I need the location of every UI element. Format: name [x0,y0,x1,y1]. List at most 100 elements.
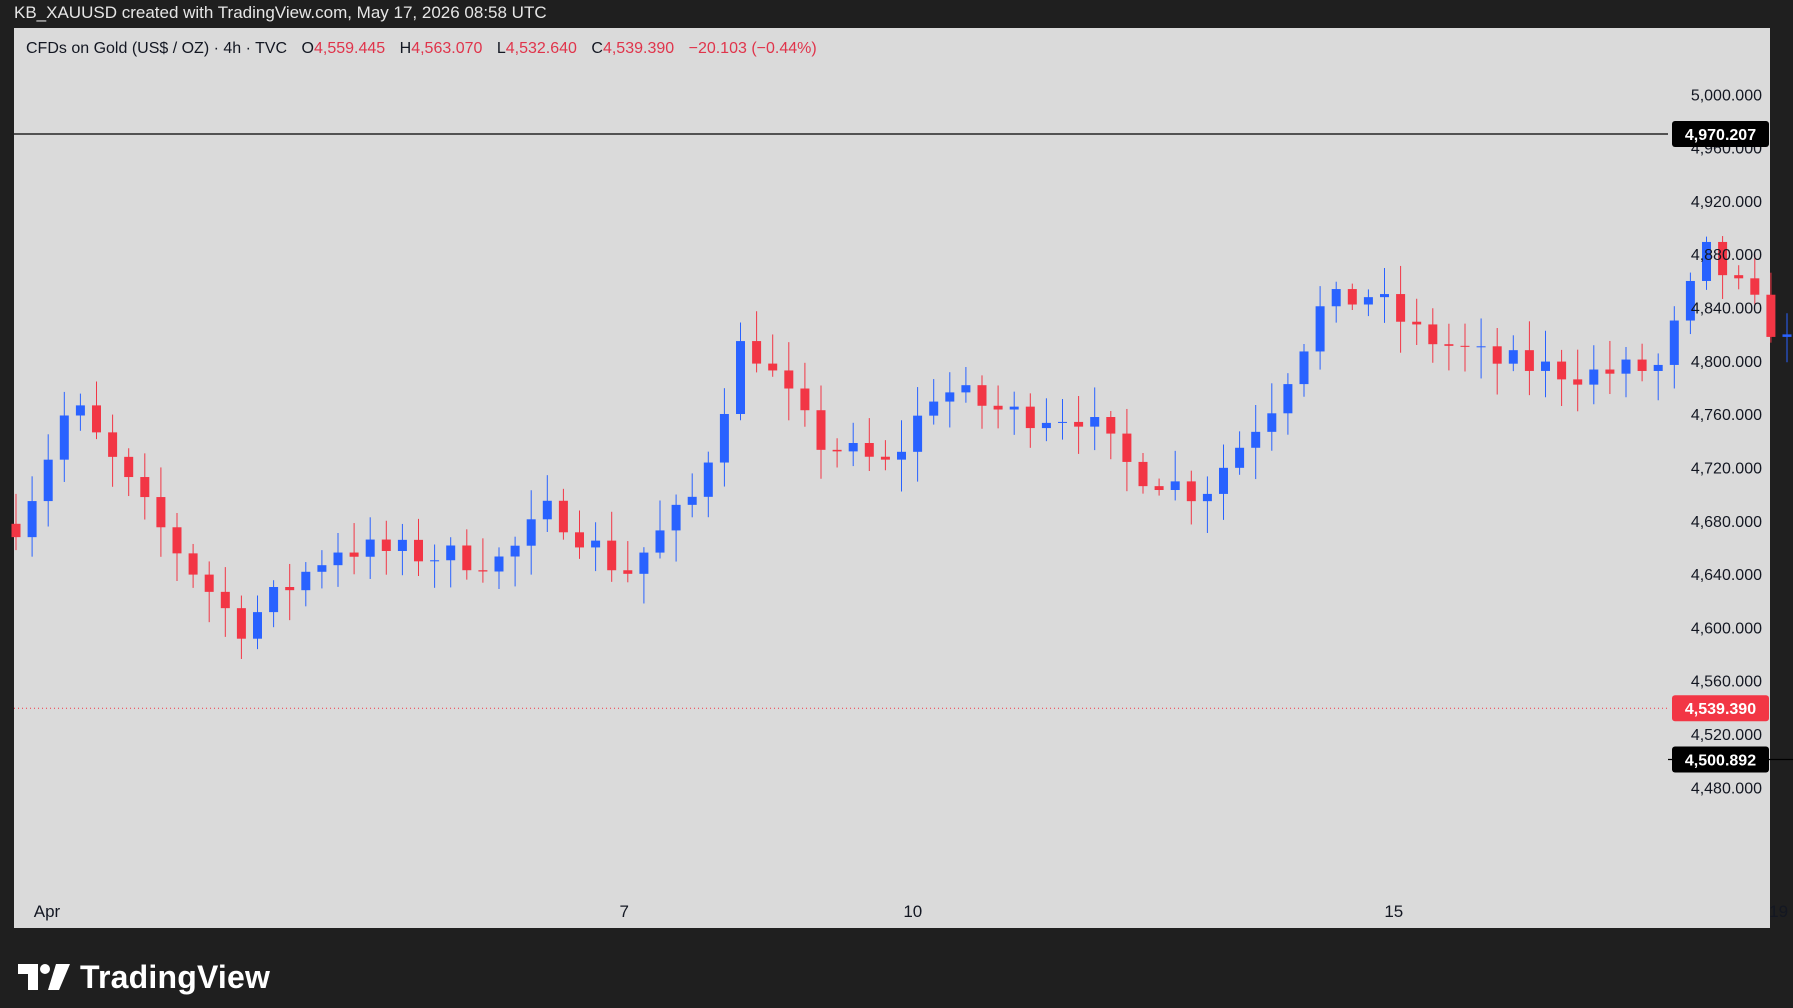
candle [945,372,955,428]
candle [591,522,601,572]
candle [1347,283,1357,311]
candle [494,547,504,590]
candle [462,529,472,580]
candle-body [446,545,456,561]
candle-body [108,432,118,457]
candle [1154,478,1164,496]
candle-body [1782,334,1792,337]
candle-body [703,462,713,497]
candle [575,510,584,559]
candle-body [1444,344,1454,346]
candle [1219,444,1228,520]
support-price-badge: 4,500.892 [1672,746,1769,773]
open-value: 4,559.445 [314,40,386,57]
candle-body [92,405,101,433]
candle-body [220,591,230,609]
candle [59,391,69,482]
time-axis: Apr71015192328May61014192227Jun49 [34,902,1788,921]
price-chart[interactable]: 4,480.000 4,520.000 4,560.000 4,600.000 4,64… [0,0,1793,1008]
candle-body [204,574,214,592]
candle-body [1170,481,1180,491]
candle-body [349,552,359,557]
candle [365,517,375,579]
candle [961,367,971,403]
candle-body [1347,289,1357,305]
price-tick-label: 4,720.000 [1691,460,1762,477]
time-tick-label: 10 [903,902,922,921]
candle [623,541,633,583]
candle [1009,391,1019,435]
candle-body [59,415,69,460]
candle-body [1122,433,1132,462]
resistance-price-badge-text: 4,970.207 [1685,127,1756,144]
close-label: C [591,40,603,57]
candle [1653,353,1663,401]
candle-body [1267,413,1277,432]
candle-body [687,496,697,505]
candle [1524,321,1534,396]
candle-body [1653,364,1663,371]
candle [1412,298,1422,346]
candle-body [1380,294,1389,298]
candle [1170,450,1180,501]
candle-body [639,552,649,574]
candle [1363,289,1373,317]
candle [1058,399,1067,440]
candle-body [736,341,745,415]
candle [446,537,456,588]
tradingview-logo-icon [18,964,70,990]
candle [1315,286,1325,370]
candle [1492,327,1502,395]
price-tick-label: 4,520.000 [1691,727,1762,744]
change-value: −20.103 (−0.44%) [688,40,817,57]
candle [1041,398,1051,442]
drawings-layer [14,133,1793,761]
candle-body [880,456,890,460]
candle-body [1557,361,1567,380]
candle-body [285,586,295,591]
price-tick-label: 4,920.000 [1691,194,1762,211]
candle-body [1396,294,1406,322]
candle-body [1025,406,1035,429]
candle-body [558,500,568,533]
candle [736,322,745,421]
tradingview-logo[interactable]: TradingView [18,958,270,996]
candle [542,475,552,532]
candle [75,393,85,431]
candle [639,547,649,604]
candle [414,518,423,576]
candle [478,538,488,583]
candle [897,420,906,492]
candle [188,543,198,588]
candle-body [397,539,407,551]
candle [1541,330,1550,398]
candle [1637,343,1647,382]
price-tick-label: 4,560.000 [1691,674,1762,691]
candle-body [1058,421,1067,423]
candles-layer [11,236,1792,659]
symbol-name[interactable]: CFDs on Gold (US$ / OZ) · 4h · TVC [26,40,287,57]
candle [816,385,826,479]
candle-body [719,414,729,463]
candle-body [1492,346,1502,364]
candle-body [1138,461,1148,487]
candle-body [526,519,536,546]
candle-body [188,553,198,575]
candle-body [156,497,166,528]
candle-body [1605,369,1615,374]
candle [832,438,842,468]
candle-body [913,415,923,452]
candle-body [333,552,343,566]
candle [1557,349,1567,406]
price-axis: 4,480.000 4,520.000 4,560.000 4,600.000 4,64… [1672,87,1769,797]
candle [768,334,778,377]
candle-body [784,370,794,389]
candle-body [1009,406,1019,410]
candle [784,342,794,421]
candle [1460,323,1470,372]
candle-body [430,560,440,562]
candle [1283,373,1293,435]
close-value: 4,539.390 [602,40,675,57]
candle-body [510,545,520,557]
candle-body [1186,481,1196,502]
